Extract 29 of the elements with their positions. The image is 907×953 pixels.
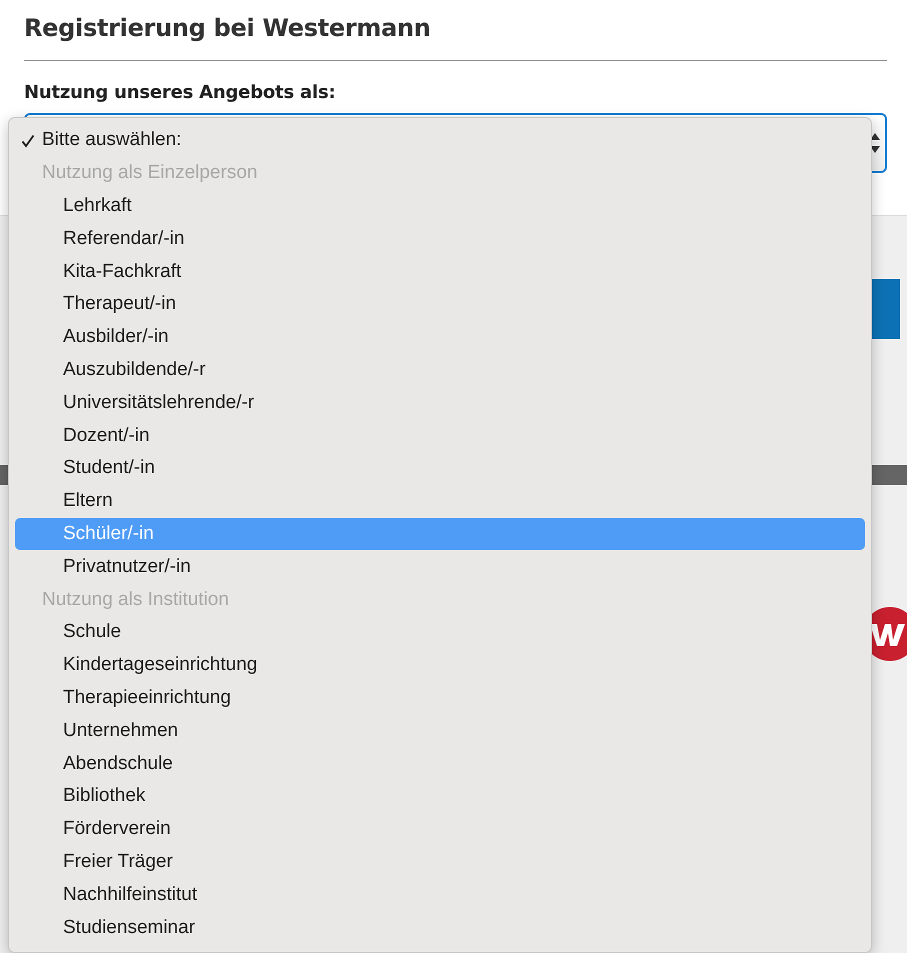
menu-option[interactable]: Privatnutzer/-in — [15, 550, 865, 584]
menu-option[interactable]: Bibliothek — [15, 780, 865, 813]
menu-option[interactable]: Auszubildende/-r — [15, 354, 865, 386]
menu-option[interactable]: Förderverein — [15, 812, 865, 846]
menu-option[interactable]: Nachhilfeinstitut — [15, 878, 865, 912]
menu-option[interactable]: Bitte auswählen: — [15, 124, 865, 157]
group-label: Nutzung als Institution — [42, 588, 229, 611]
field-label: Nutzung unseres Angebots als: — [24, 82, 336, 103]
menu-option[interactable]: Kita-Fachkraft — [15, 255, 865, 288]
page-title: Registrierung bei Westermann — [24, 14, 431, 42]
menu-option[interactable]: Student/-in — [15, 452, 865, 485]
menu-option[interactable]: Abendschule — [15, 747, 865, 780]
menu-option[interactable]: Kindertageseinrichtung — [15, 648, 865, 682]
menu-option[interactable]: Universitätslehrende/-r — [15, 386, 865, 420]
menu-option[interactable]: Dozent/-in — [15, 419, 865, 452]
menu-option[interactable]: Freier Träger — [15, 846, 865, 878]
menu-option[interactable]: Schule — [15, 616, 865, 649]
checkmark-icon — [21, 134, 35, 148]
menu-option[interactable]: Eltern — [15, 484, 865, 518]
menu-option[interactable]: Therapeut/-in — [15, 288, 865, 321]
button[interactable] — [870, 279, 900, 339]
menu-option[interactable]: Referendar/-in — [15, 222, 865, 256]
menu-option[interactable]: Lehrkaft — [15, 190, 865, 222]
group-label: Nutzung als Einzelperson — [42, 162, 258, 184]
menu-option[interactable]: Unternehmen — [15, 714, 865, 748]
menu-option[interactable]: Studienseminar — [15, 911, 865, 944]
menu-option[interactable]: Therapieeinrichtung — [15, 682, 865, 714]
updown-arrows-icon — [869, 131, 881, 155]
menu-option[interactable]: Ausbilder/-in — [15, 320, 865, 354]
